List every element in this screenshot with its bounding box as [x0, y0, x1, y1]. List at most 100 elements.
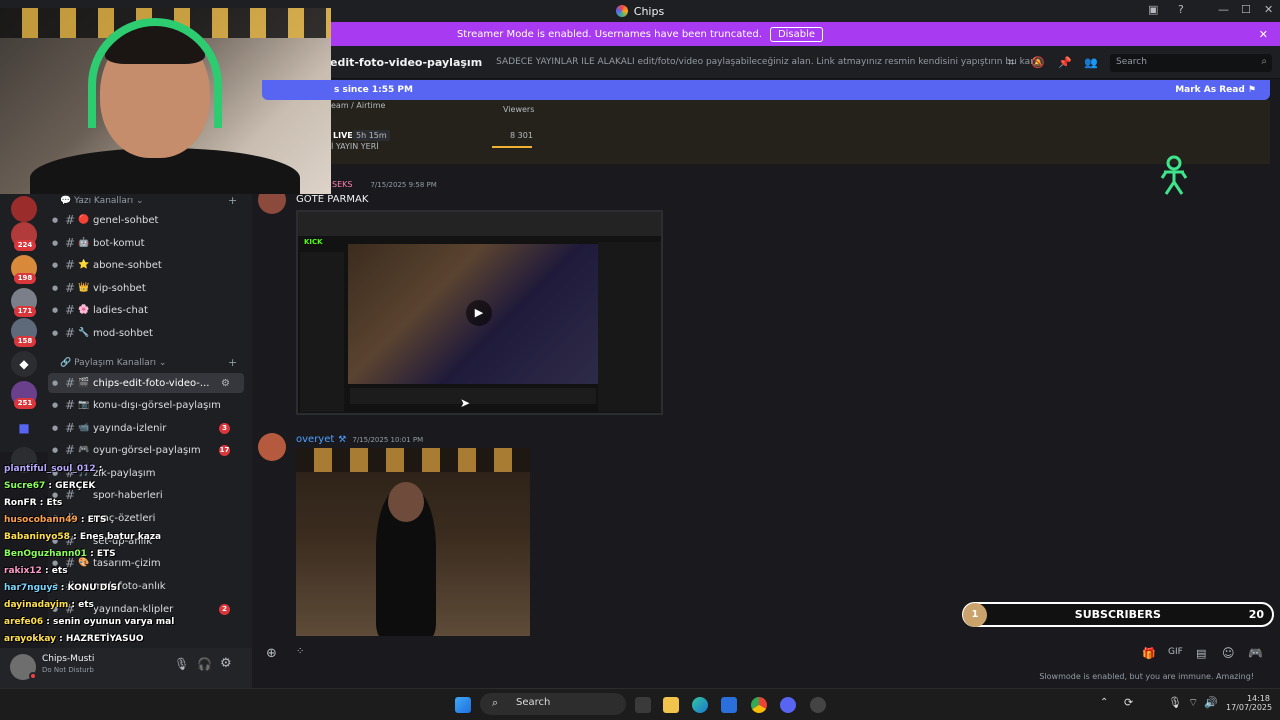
sidebar-item-channel[interactable]: ● # 🎬 chips-edit-foto-video-... ⚙ [48, 373, 244, 393]
chat-overlay-line: BenOguzhann01 : ETS [4, 549, 116, 559]
emoji-icon[interactable]: ☺ [1222, 646, 1235, 660]
unread-dot-icon: ● [51, 239, 59, 247]
search-input[interactable]: Search ⌕ [1110, 54, 1272, 72]
gif-icon[interactable]: GIF [1168, 647, 1183, 657]
slowmode-notice: Slowmode is enabled, but you are immune.… [1039, 672, 1254, 681]
sidebar-item-channel[interactable]: ● # 🔧 mod-sohbet [48, 323, 244, 343]
chat-overlay-line: arayokkay : HAZRETİYASUO [4, 634, 144, 644]
sticker-icon[interactable]: ▤ [1196, 647, 1206, 660]
server-icon[interactable] [11, 196, 37, 222]
sidebar-item-channel[interactable]: ● # 📹 yayında-izlenir 3 [48, 418, 244, 438]
gift-icon[interactable]: 🎁 [1142, 647, 1156, 660]
category-label[interactable]: 🔗 Paylaşım Kanalları ⌄ [60, 358, 166, 368]
sidebar-item-channel[interactable]: ● # 🌸 ladies-chat [48, 300, 244, 320]
avatar[interactable] [258, 433, 286, 461]
windows-start-icon[interactable] [455, 697, 471, 713]
sidebar-item-channel[interactable]: ● # 🎮 oyun-görsel-paylaşım 17 [48, 440, 244, 460]
apps-icon[interactable]: ⁘ [296, 646, 304, 657]
hash-icon: # [64, 376, 76, 390]
wifi-icon[interactable]: ⌔ [1188, 696, 1198, 710]
channel-settings-icon[interactable]: ⚙ [221, 378, 230, 389]
message-composer[interactable]: ⊕ ⁘ 🎁 GIF ▤ ☺ 🎮 [252, 636, 1280, 672]
server-badge: 158 [14, 336, 36, 347]
microphone-icon[interactable]: 🎙 [174, 657, 189, 671]
chat-separator: : [69, 532, 80, 542]
volume-icon[interactable]: 🔊 [1204, 696, 1218, 709]
pin-icon[interactable]: 📌 [1058, 56, 1072, 70]
search-placeholder: Search [1116, 57, 1147, 67]
clock[interactable]: 14:18 17/07/2025 [1226, 694, 1273, 712]
activities-icon[interactable]: 🎮 [1248, 646, 1263, 660]
threads-icon[interactable]: ⌗ [1004, 56, 1018, 70]
message-author[interactable]: SEKS [332, 180, 352, 189]
add-channel-icon[interactable]: + [228, 356, 237, 369]
maximize-icon[interactable]: ☐ [1241, 3, 1251, 16]
channel-emoji: ⭐ [78, 260, 90, 270]
chat-username: dayinadayim [4, 600, 69, 610]
kick-logo-icon: KICK [304, 238, 323, 246]
taskbar-search[interactable]: ⌕ Search [480, 693, 626, 715]
video-attachment[interactable]: KICK ▶ [296, 210, 663, 415]
sync-icon[interactable]: ⟳ [1124, 696, 1133, 709]
category-name: Yazı Kanalları [74, 196, 134, 206]
close-banner-icon[interactable]: ✕ [1259, 28, 1268, 41]
message-author[interactable]: overyet [296, 434, 334, 445]
hash-icon: # [64, 398, 76, 412]
chat-overlay-line: dayinadayim : ets [4, 600, 94, 610]
mark-as-read-label: Mark As Read [1175, 85, 1245, 95]
server-badge: 198 [14, 273, 36, 284]
channel-label: mod-sohbet [93, 327, 153, 339]
folder-icon[interactable]: ■ [11, 415, 37, 441]
mark-as-read-button[interactable]: Mark As Read ⚑ [1175, 85, 1256, 95]
disable-streamer-button[interactable]: Disable [769, 26, 824, 42]
window-title: Chips [633, 4, 665, 18]
clock-date: 17/07/2025 [1226, 703, 1273, 712]
mic-tray-icon[interactable]: 🎙 [1168, 696, 1182, 709]
sidebar-item-channel[interactable]: ● # 🤖 bot-komut [48, 233, 244, 253]
channel-topic[interactable]: SADECE YAYINLAR İLE ALAKALI edit/foto/vi… [496, 57, 1036, 67]
unread-dot-icon: ● [51, 401, 59, 409]
discord-icon[interactable] [780, 697, 796, 713]
embed-column-stream: eam / Airtime [331, 101, 386, 110]
new-messages-bar[interactable]: s since 1:55 PM Mark As Read ⚑ [262, 80, 1270, 100]
channel-emoji: 📹 [78, 423, 90, 433]
file-explorer-icon[interactable] [663, 697, 679, 713]
windows-taskbar: ⌃ ⟳ 🎙 ⌔ 🔊 14:18 17/07/2025 [0, 688, 1280, 720]
members-icon[interactable]: 👥 [1084, 56, 1098, 70]
play-icon[interactable]: ▶ [466, 300, 492, 326]
sidebar-item-channel[interactable]: ● # 👑 vip-sohbet [48, 278, 244, 298]
sidebar-item-channel[interactable]: ● # 🔴 genel-sohbet [48, 210, 244, 230]
store-icon[interactable] [721, 697, 737, 713]
chrome-icon[interactable] [751, 697, 767, 713]
image-attachment[interactable] [296, 448, 530, 636]
goal-step-badge: 1 [963, 602, 987, 627]
task-view-icon[interactable] [635, 697, 651, 713]
channel-emoji: 🎮 [78, 445, 90, 455]
message-header: overyet ⚒ 7/15/2025 10:01 PM [296, 434, 423, 445]
add-channel-icon[interactable]: + [228, 194, 237, 207]
minimize-icon[interactable]: — [1218, 3, 1229, 16]
mute-icon[interactable]: 🔕 [1031, 56, 1045, 70]
sidebar-item-channel[interactable]: ● # 📷 konu-dışı-görsel-paylaşım [48, 395, 244, 415]
username[interactable]: Chips-Musti [42, 654, 94, 664]
unread-badge: 3 [219, 422, 230, 434]
inbox-icon[interactable]: ▣ [1148, 3, 1158, 16]
sidebar-item-channel[interactable]: ● # ⭐ abone-sohbet [48, 255, 244, 275]
edge-icon[interactable] [692, 697, 708, 713]
channel-emoji: 🔴 [78, 215, 90, 225]
direction-server-icon[interactable]: ◆ [11, 351, 37, 377]
chat-message: Enes batur kaza [79, 532, 162, 542]
tray-chevron-icon[interactable]: ⌃ [1100, 697, 1108, 708]
attach-plus-icon[interactable]: ⊕ [266, 646, 277, 661]
unread-dot-icon: ● [51, 216, 59, 224]
unread-dot-icon: ● [51, 446, 59, 454]
app-icon[interactable] [810, 697, 826, 713]
server-badge: 224 [14, 240, 36, 251]
user-status: Do Not Disturb [42, 666, 94, 674]
settings-gear-icon[interactable]: ⚙ [220, 656, 232, 671]
category-label[interactable]: 💬 Yazı Kanalları ⌄ [60, 196, 144, 206]
help-icon[interactable]: ? [1178, 3, 1184, 16]
mouse-cursor-icon: ➤ [460, 396, 471, 410]
close-window-icon[interactable]: ✕ [1264, 3, 1273, 16]
headphones-icon[interactable]: 🎧 [197, 657, 212, 671]
